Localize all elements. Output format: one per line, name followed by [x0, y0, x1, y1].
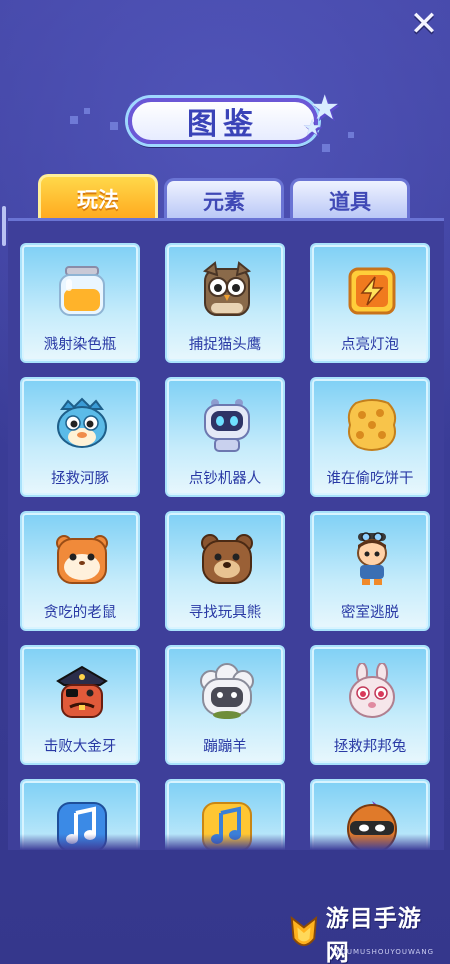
rabbit-icon	[349, 663, 395, 718]
card-catch-owl[interactable]: 捕捉猫头鹰	[165, 243, 285, 363]
hamster-icon	[56, 535, 108, 584]
lightning-icon	[348, 267, 396, 315]
card-label: 蹦蹦羊	[203, 739, 247, 755]
tab-label: 玩法	[77, 187, 119, 212]
card-cookie-thief[interactable]: 谁在偷吃饼干	[310, 377, 430, 497]
scrollbar[interactable]	[2, 206, 6, 246]
collection-panel: 溅射染色瓶 捕捉猫头鹰 点亮灯泡 拯救河豚 点钞机器人 谁在偷吃饼干 贪吃的老鼠…	[8, 218, 444, 850]
card-save-pufferfish[interactable]: 拯救河豚	[20, 377, 140, 497]
tab-label: 元素	[203, 189, 245, 214]
tab-bar: 玩法 元素 道具	[38, 174, 412, 220]
card-money-robot[interactable]: 点钞机器人	[165, 377, 285, 497]
watermark-logo-icon	[290, 915, 318, 947]
pufferfish-icon	[57, 397, 107, 448]
tab-elements[interactable]: 元素	[164, 178, 284, 220]
card-label: 点亮灯泡	[341, 337, 399, 353]
card-label: 点钞机器人	[188, 471, 262, 487]
card-save-bang-rabbit[interactable]: 拯救邦邦兔	[310, 645, 430, 765]
title-banner-group: 图鉴 ★ ★	[70, 88, 370, 158]
pirate-icon	[56, 665, 108, 718]
star-icon: ★	[302, 116, 322, 141]
card-defeat-gold-tooth[interactable]: 击败大金牙	[20, 645, 140, 765]
robot-icon	[204, 399, 250, 452]
card-greedy-mouse[interactable]: 贪吃的老鼠	[20, 511, 140, 631]
card-label: 贪吃的老鼠	[43, 605, 117, 621]
owl-icon	[202, 261, 252, 316]
card-grid: 溅射染色瓶 捕捉猫头鹰 点亮灯泡 拯救河豚 点钞机器人 谁在偷吃饼干 贪吃的老鼠…	[20, 243, 430, 850]
card-label: 捕捉猫头鹰	[188, 337, 262, 353]
sheep-icon	[200, 663, 254, 719]
card-label: 拯救邦邦兔	[333, 739, 407, 755]
tab-gameplay[interactable]: 玩法	[38, 174, 158, 220]
watermark: 游目手游网 YOUMUSHOUYOUWANG	[288, 906, 438, 964]
page-title: 图鉴	[187, 107, 259, 142]
watermark-subtext: YOUMUSHOUYOUWANG	[335, 948, 434, 956]
cookie-icon	[347, 399, 397, 451]
jar-icon	[59, 266, 105, 316]
scroll-fade	[8, 834, 444, 850]
title-banner: 图鉴	[128, 98, 318, 144]
card-splash-bottle[interactable]: 溅射染色瓶	[20, 243, 140, 363]
close-icon[interactable]: ✕	[408, 7, 440, 41]
card-light-bulb[interactable]: 点亮灯泡	[310, 243, 430, 363]
card-label: 拯救河豚	[51, 471, 109, 487]
card-escape-room[interactable]: 密室逃脱	[310, 511, 430, 631]
card-label: 密室逃脱	[341, 605, 399, 621]
tab-items[interactable]: 道具	[290, 178, 410, 220]
card-label: 寻找玩具熊	[188, 605, 262, 621]
bear-icon	[201, 534, 253, 584]
card-label: 谁在偷吃饼干	[326, 471, 414, 487]
card-bouncy-sheep[interactable]: 蹦蹦羊	[165, 645, 285, 765]
adventurer-icon	[357, 532, 387, 585]
card-find-teddy-bear[interactable]: 寻找玩具熊	[165, 511, 285, 631]
tab-label: 道具	[329, 189, 371, 214]
card-label: 溅射染色瓶	[43, 337, 117, 353]
card-label: 击败大金牙	[43, 739, 117, 755]
